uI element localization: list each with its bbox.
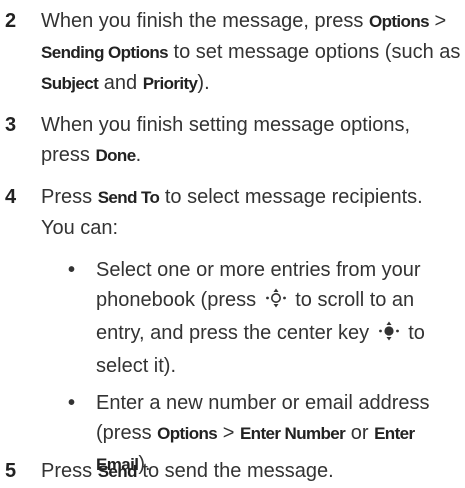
key-options: Options xyxy=(368,12,430,31)
bullet-symbol: • xyxy=(68,392,76,414)
step-number: 5 xyxy=(5,460,17,482)
key-send-to: Send To xyxy=(97,188,160,207)
step-number: 2 xyxy=(5,10,17,32)
step-text: When you finish the message, press Optio… xyxy=(41,10,461,94)
step-number: 3 xyxy=(5,114,17,136)
nav-scroll-icon xyxy=(265,287,287,318)
key-options: Options xyxy=(157,424,218,443)
bullet-symbol: • xyxy=(68,259,76,281)
step-text: Press Send to send the message. xyxy=(41,460,334,482)
bullet-text: Select one or more entries from your pho… xyxy=(96,259,425,377)
key-priority: Priority xyxy=(142,74,198,93)
key-sending-options: Sending Options xyxy=(41,43,169,62)
step-number: 4 xyxy=(5,186,17,208)
step-text: When you finish setting message options,… xyxy=(41,114,411,166)
nav-center-select-icon xyxy=(378,320,400,351)
key-subject: Subject xyxy=(41,74,99,93)
key-enter-number: Enter Number xyxy=(239,424,346,443)
step-text: Press Send To to select message recipien… xyxy=(41,186,423,239)
key-done: Done xyxy=(95,146,136,165)
key-send: Send xyxy=(97,462,138,481)
